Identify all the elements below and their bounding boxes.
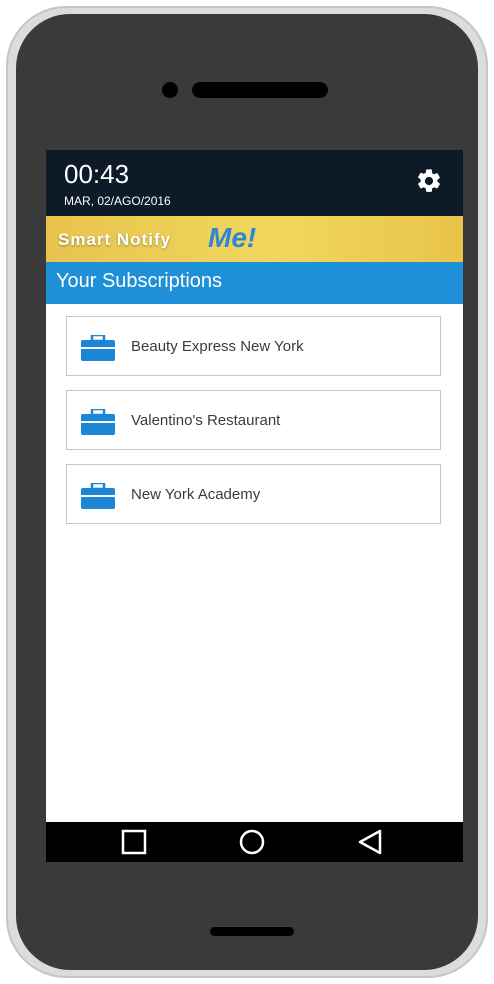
briefcase-icon [81, 409, 115, 435]
subscription-item[interactable]: Valentino's Restaurant [66, 390, 441, 450]
subscription-item[interactable]: Beauty Express New York [66, 316, 441, 376]
page-title: Your Subscriptions [56, 270, 223, 292]
home-circle-icon[interactable] [238, 828, 266, 856]
brand-banner: Smart Notify Me! [46, 216, 463, 262]
home-indicator [210, 927, 294, 936]
clock: 00:43 [64, 159, 130, 189]
recents-square-icon[interactable] [120, 828, 148, 856]
title-bar: Your Subscriptions [46, 262, 463, 304]
subscription-label: Valentino's Restaurant [131, 412, 281, 429]
gear-icon[interactable] [415, 167, 443, 195]
status-bar: 00:43 MAR, 02/AGO/2016 [46, 150, 463, 216]
speaker-grille [192, 82, 328, 98]
subscription-item[interactable]: New York Academy [66, 464, 441, 524]
date: MAR, 02/AGO/2016 [64, 194, 171, 208]
briefcase-icon [81, 483, 115, 509]
app-screen: 00:43 MAR, 02/AGO/2016 Smart Notify Me! … [46, 150, 463, 862]
brand-accent: Me! [208, 222, 257, 253]
camera-icon [162, 82, 178, 98]
subscription-label: Beauty Express New York [131, 338, 304, 355]
back-triangle-icon[interactable] [356, 828, 384, 856]
briefcase-icon [81, 335, 115, 361]
android-nav-bar [46, 822, 463, 862]
subscription-label: New York Academy [131, 486, 261, 503]
brand-name: Smart Notify [58, 230, 172, 249]
